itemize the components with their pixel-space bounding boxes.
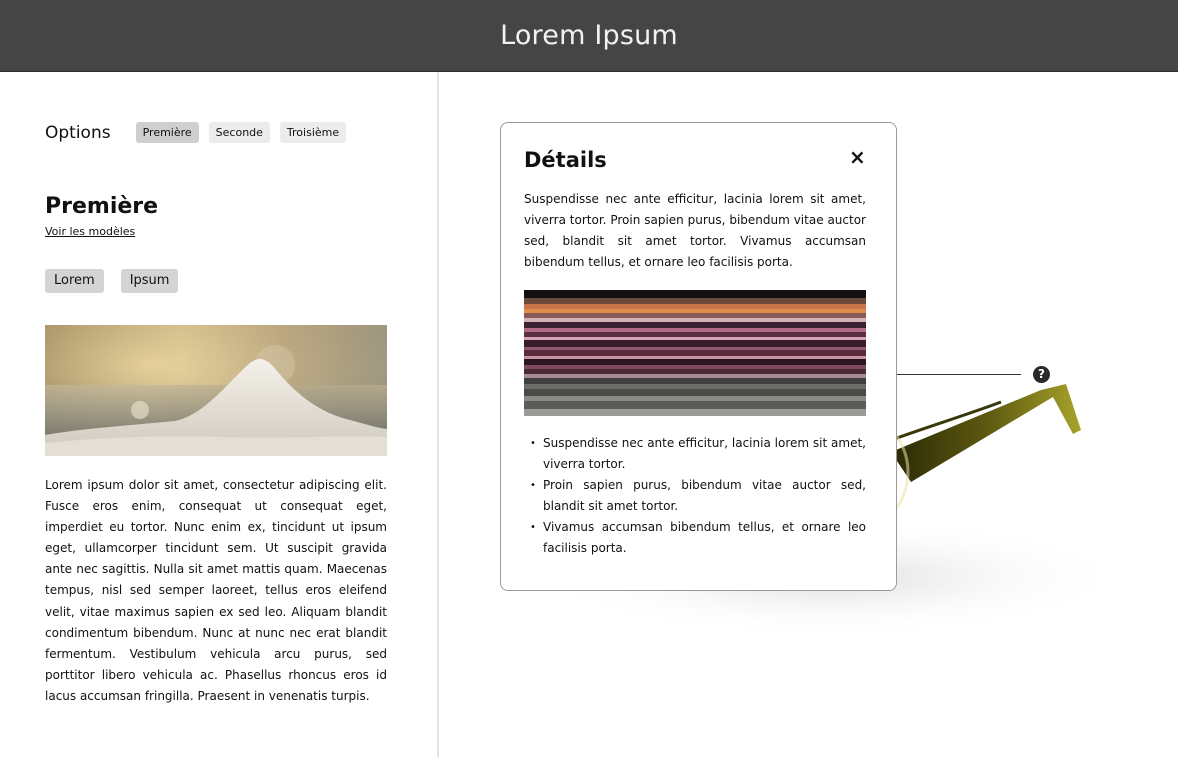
ipsum-button[interactable]: Ipsum	[120, 269, 179, 293]
list-item: Suspendisse nec ante efficitur, lacinia …	[524, 433, 866, 475]
powder-pile-image	[45, 325, 387, 456]
help-icon[interactable]: ?	[1033, 366, 1050, 383]
options-label: Options	[45, 122, 111, 143]
modal-description: Suspendisse nec ante efficitur, lacinia …	[524, 192, 866, 270]
list-item: Vivamus accumsan bibendum tellus, et orn…	[524, 517, 866, 559]
lorem-button[interactable]: Lorem	[45, 269, 104, 293]
modal-bullet-list: Suspendisse nec ante efficitur, lacinia …	[524, 433, 866, 560]
option-chip-premiere[interactable]: Première	[135, 122, 199, 143]
list-item: Proin sapien purus, bibendum vitae aucto…	[524, 475, 866, 517]
striped-material-image	[524, 290, 866, 416]
section-title: Première	[45, 194, 159, 219]
close-icon[interactable]: ×	[849, 145, 866, 169]
app-title: Lorem Ipsum	[500, 20, 678, 51]
hotspot-leader-line	[895, 374, 1021, 375]
details-modal: Détails × Suspendisse nec ante efficitur…	[500, 122, 897, 591]
modal-title: Détails	[524, 148, 607, 172]
option-chip-seconde[interactable]: Seconde	[208, 122, 270, 143]
app-header: Lorem Ipsum	[0, 0, 1178, 72]
options-row: Options Première Seconde Troisième	[45, 122, 356, 143]
tag-button-row: Lorem Ipsum	[45, 269, 195, 293]
view-models-link[interactable]: Voir les modèles	[45, 225, 135, 238]
section-body-text: Lorem ipsum dolor sit amet, consectetur …	[45, 478, 387, 703]
option-chip-troisieme[interactable]: Troisième	[279, 122, 347, 143]
left-panel: Options Première Seconde Troisième Premi…	[0, 72, 439, 757]
